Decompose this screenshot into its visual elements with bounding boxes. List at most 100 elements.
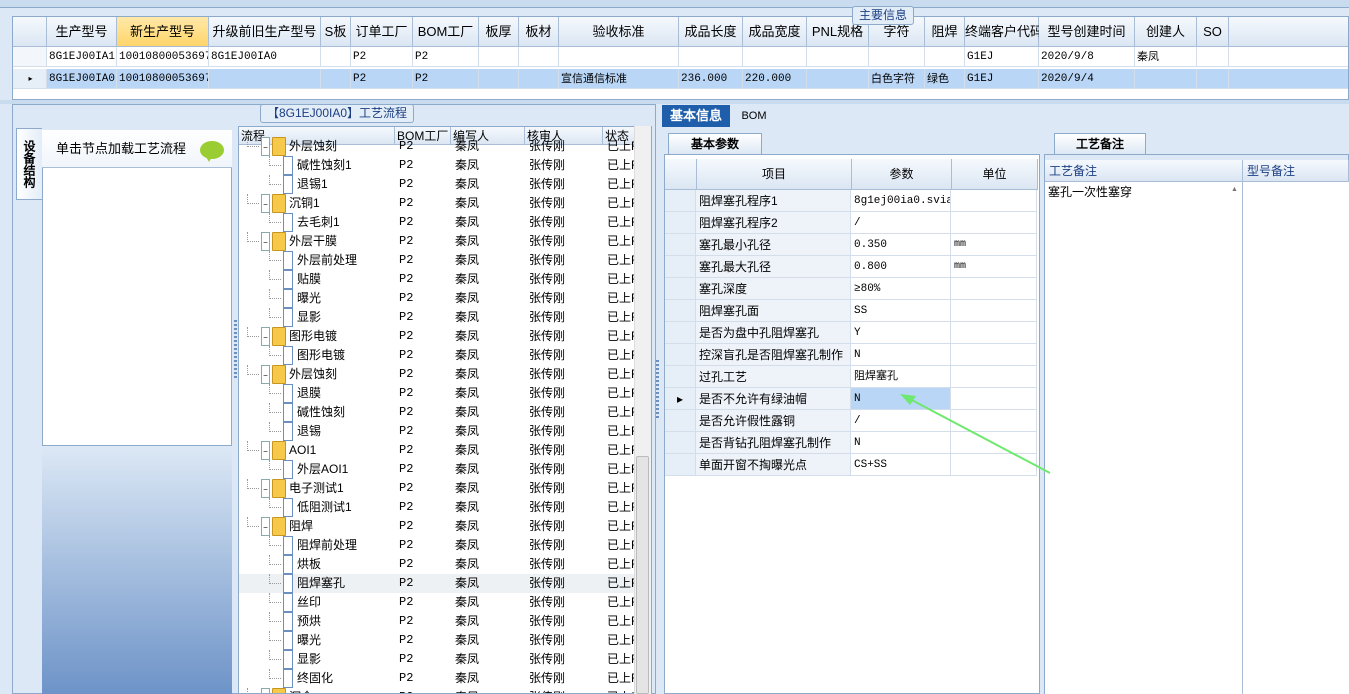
tree-row[interactable]: 烘板 P2 秦凤 张传刚 已上R xyxy=(239,555,637,574)
tree-node[interactable]: 显影 xyxy=(283,650,395,669)
grid-cell[interactable]: 绿色 xyxy=(925,69,965,89)
collapse-icon[interactable]: − xyxy=(261,517,270,536)
tree-node[interactable]: 退锡 xyxy=(283,422,395,441)
grid-cell[interactable]: 8G1EJ00IA0 xyxy=(209,47,321,67)
tree-node[interactable]: 预烘 xyxy=(283,612,395,631)
grid-col-header[interactable]: 验收标准 xyxy=(559,17,679,47)
tree-node[interactable]: − 阻焊 xyxy=(261,517,395,536)
grid-cell[interactable] xyxy=(869,47,925,67)
tab-process-notes[interactable]: 工艺备注 xyxy=(1054,133,1146,154)
tree-row[interactable]: − 外层干膜 P2 秦凤 张传刚 已上R xyxy=(239,232,637,251)
grid-cell[interactable] xyxy=(519,69,559,89)
notes-col-model[interactable]: 型号备注 xyxy=(1243,160,1349,182)
tab-bom[interactable]: BOM xyxy=(734,105,774,127)
grid-col-header[interactable]: 成品宽度 xyxy=(743,17,807,47)
grid-row-header[interactable] xyxy=(13,47,47,67)
grid-cell[interactable] xyxy=(209,69,321,89)
grid-col-header[interactable]: BOM工厂 xyxy=(413,17,479,47)
grid-cell[interactable] xyxy=(479,47,519,67)
tree-node[interactable]: 显影 xyxy=(283,308,395,327)
tree-node[interactable]: 图形电镀 xyxy=(283,346,395,365)
grid-cell[interactable]: 8G1EJ00IA0 xyxy=(47,69,117,89)
grid-cell[interactable] xyxy=(807,47,869,67)
tree-row[interactable]: 贴膜 P2 秦凤 张传刚 已上R xyxy=(239,270,637,289)
notes-col-process[interactable]: 工艺备注 xyxy=(1045,160,1243,182)
param-row[interactable]: 阻焊塞孔程序1 8g1ej00ia0.svia xyxy=(665,190,1037,212)
param-row[interactable]: 过孔工艺 阻焊塞孔 xyxy=(665,366,1037,388)
params-col-value[interactable]: 参数 xyxy=(852,159,952,190)
grid-col-header[interactable]: 终端客户代码 xyxy=(965,17,1043,47)
param-value[interactable]: 0.350 xyxy=(851,234,951,256)
grid-cell[interactable]: G1EJ xyxy=(965,47,1039,67)
param-row[interactable]: 是否背钻孔阻焊塞孔制作 N xyxy=(665,432,1037,454)
grid-cell[interactable] xyxy=(519,47,559,67)
grid-col-header[interactable]: SO xyxy=(1197,17,1229,47)
tree-node[interactable]: 去毛刺1 xyxy=(283,213,395,232)
param-value[interactable]: N xyxy=(851,432,951,454)
param-value[interactable]: 0.800 xyxy=(851,256,951,278)
tree-node[interactable]: 退膜 xyxy=(283,384,395,403)
row-indicator-icon[interactable] xyxy=(665,190,696,212)
row-indicator-icon[interactable]: ▸ xyxy=(665,388,696,410)
tree-row[interactable]: 曝光 P2 秦凤 张传刚 已上R xyxy=(239,631,637,650)
grid-cell[interactable] xyxy=(743,47,807,67)
grid-cell[interactable] xyxy=(807,69,869,89)
param-value[interactable]: 阻焊塞孔 xyxy=(851,366,951,388)
param-row[interactable]: 塞孔最大孔径 0.800 mm xyxy=(665,256,1037,278)
tree-row[interactable]: 外层AOI1 P2 秦凤 张传刚 已上R xyxy=(239,460,637,479)
grid-corner[interactable] xyxy=(13,17,47,47)
row-indicator-icon[interactable] xyxy=(665,322,696,344)
tree-row[interactable]: 丝印 P2 秦凤 张传刚 已上R xyxy=(239,593,637,612)
grid-cell[interactable] xyxy=(1197,69,1229,89)
row-indicator-icon[interactable] xyxy=(665,256,696,278)
tree-node[interactable]: 低阻测试1 xyxy=(283,498,395,517)
tree-node[interactable]: − 沉铜1 xyxy=(261,194,395,213)
model-note-cell[interactable] xyxy=(1243,182,1349,694)
grid-cell[interactable]: 宣信通信标准 xyxy=(559,69,679,89)
tree-node[interactable]: 退锡1 xyxy=(283,175,395,194)
tree-node[interactable]: 曝光 xyxy=(283,631,395,650)
tree-node[interactable]: 烘板 xyxy=(283,555,395,574)
tree-row[interactable]: 退膜 P2 秦凤 张传刚 已上R xyxy=(239,384,637,403)
param-value[interactable]: N xyxy=(851,344,951,366)
grid-col-header[interactable]: 阻焊 xyxy=(925,17,965,47)
tree-row[interactable]: 退锡 P2 秦凤 张传刚 已上R xyxy=(239,422,637,441)
row-indicator-icon[interactable] xyxy=(665,432,696,454)
grid-col-header[interactable]: 板厚 xyxy=(479,17,519,47)
tree-row[interactable]: 阻焊前处理 P2 秦凤 张传刚 已上R xyxy=(239,536,637,555)
tree-row[interactable]: 显影 P2 秦凤 张传刚 已上R xyxy=(239,308,637,327)
tree-row[interactable]: − 阻焊 P2 秦凤 张传刚 已上R xyxy=(239,517,637,536)
tree-node[interactable]: − 电子测试1 xyxy=(261,479,395,498)
grid-cell[interactable]: 10010800053697 xyxy=(117,69,209,89)
splitter-grip[interactable] xyxy=(656,360,659,420)
tree-row[interactable]: − 沉金 P2 秦凤张传刚已上R xyxy=(239,688,637,693)
tree-row[interactable]: 外层前处理 P2 秦凤 张传刚 已上R xyxy=(239,251,637,270)
collapse-icon[interactable]: − xyxy=(261,194,270,213)
grid-cell[interactable]: 10010800053697 xyxy=(117,47,209,67)
tree-node[interactable]: − 外层干膜 xyxy=(261,232,395,251)
param-row[interactable]: 阻焊塞孔程序2/ xyxy=(665,212,1037,234)
grid-cell[interactable]: 8G1EJ00IA1 xyxy=(47,47,117,67)
grid-cell[interactable] xyxy=(479,69,519,89)
tree-node[interactable]: − 沉金 xyxy=(261,688,395,693)
tree-row[interactable]: 碱性蚀刻1 P2 秦凤 张传刚 已上R xyxy=(239,156,637,175)
grid-row-header[interactable]: ▸ xyxy=(13,69,47,89)
grid-col-header[interactable]: 新生产型号 xyxy=(117,17,209,47)
collapse-icon[interactable]: − xyxy=(261,327,270,346)
param-row[interactable]: 单面开窗不掏曝光点 CS+SS xyxy=(665,454,1037,476)
params-col-unit[interactable]: 单位 xyxy=(952,159,1038,190)
tree-node[interactable]: 外层前处理 xyxy=(283,251,395,270)
tree-row[interactable]: 碱性蚀刻 P2 秦凤 张传刚 已上R xyxy=(239,403,637,422)
param-value[interactable]: N xyxy=(851,388,951,410)
param-value[interactable]: / xyxy=(851,212,951,234)
param-row[interactable]: 是否为盘中孔阻焊塞孔 Y xyxy=(665,322,1037,344)
tree-node[interactable]: 终固化 xyxy=(283,669,395,688)
grid-cell[interactable] xyxy=(321,69,351,89)
splitter-grip[interactable] xyxy=(234,320,237,380)
collapse-icon[interactable]: − xyxy=(261,232,270,251)
param-value[interactable]: ≥80% xyxy=(851,278,951,300)
tree-row[interactable]: 预烘 P2 秦凤 张传刚 已上R xyxy=(239,612,637,631)
tree-node[interactable]: 外层AOI1 xyxy=(283,460,395,479)
tree-node[interactable]: 阻焊前处理 xyxy=(283,536,395,555)
tree-row[interactable]: − 外层蚀刻 P2 秦凤 张传刚 已上R xyxy=(239,137,637,156)
